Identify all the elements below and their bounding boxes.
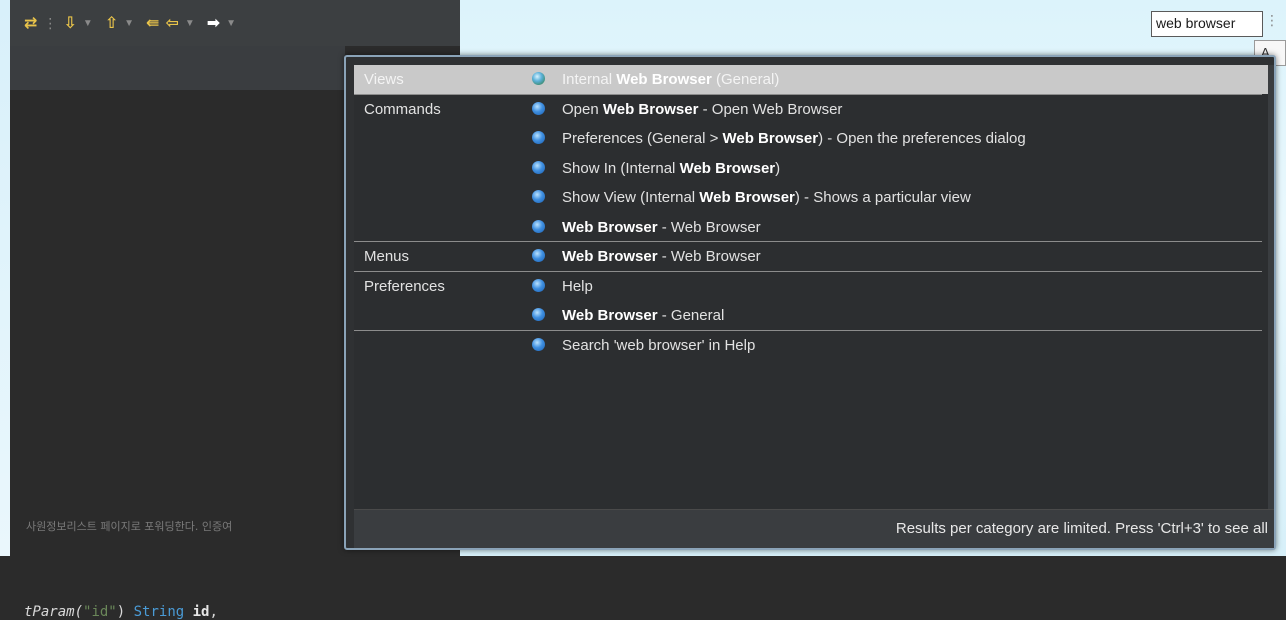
result-row[interactable]: Web Browser - General bbox=[354, 301, 1268, 330]
result-row[interactable]: Show In (Internal Web Browser) bbox=[354, 154, 1268, 183]
command-icon bbox=[532, 337, 545, 351]
chevron-down-icon[interactable]: ▼ bbox=[124, 18, 134, 29]
code-method-fragment: tParam( bbox=[24, 604, 84, 620]
result-row[interactable]: Web Browser - Web Browser bbox=[354, 213, 1268, 242]
back-to-edit-icon[interactable]: ⇚ bbox=[146, 13, 159, 33]
step-icon[interactable]: ⇄ bbox=[24, 13, 37, 33]
result-label-match: Web Browser bbox=[562, 218, 658, 236]
result-label: Web Browser - Web Browser bbox=[562, 219, 761, 236]
result-label: Show View (Internal Web Browser) - Shows… bbox=[562, 189, 971, 206]
result-label-suffix: (General) bbox=[711, 71, 780, 88]
code-editor[interactable]: 사원정보리스트 페이지로 포워딩한다. 인증여 tParam("id") Str… bbox=[10, 90, 345, 620]
code-line: tParam("id") String id, bbox=[24, 604, 218, 620]
result-label-suffix: - Web Browser bbox=[657, 218, 761, 236]
result-category: Commands bbox=[364, 100, 441, 118]
result-label: Help bbox=[562, 278, 593, 295]
code-comment: 사원정보리스트 페이지로 포워딩한다. 인증여 bbox=[26, 520, 233, 533]
main-toolbar: ⇄ ⋮ ⇩ ▼ ⇧ ▼ ⇚ ⇦ ▼ ➡ ▼ bbox=[10, 0, 460, 46]
result-label: Web Browser - General bbox=[562, 307, 724, 324]
result-row[interactable]: Commands Open Web Browser - Open Web Brow… bbox=[354, 95, 1268, 124]
result-row[interactable]: Preferences (General > Web Browser) - Op… bbox=[354, 124, 1268, 153]
result-label-match: Web Browser bbox=[602, 100, 699, 118]
result-label-prefix: Show View (Internal bbox=[562, 189, 700, 206]
code-identifier: id bbox=[192, 604, 210, 620]
code-close-paren: ) bbox=[116, 604, 126, 620]
forward-icon[interactable]: ➡ bbox=[207, 13, 220, 33]
chevron-down-icon[interactable]: ▼ bbox=[185, 18, 195, 29]
back-icon[interactable]: ⇦ bbox=[165, 13, 178, 33]
command-icon bbox=[532, 190, 545, 203]
code-string-literal: "id" bbox=[83, 604, 117, 620]
code-type: String bbox=[133, 604, 185, 620]
result-label-match: Web Browser bbox=[616, 71, 712, 88]
result-label-suffix: - Web Browser bbox=[657, 248, 761, 265]
result-category: Views bbox=[364, 71, 404, 88]
command-icon bbox=[532, 308, 545, 321]
result-label: Web Browser - Web Browser bbox=[562, 248, 761, 265]
result-label-prefix: Help bbox=[562, 277, 593, 295]
result-label-suffix: ) bbox=[775, 159, 781, 177]
quick-access-popup: Views Internal Web Browser (General) Comma… bbox=[344, 55, 1276, 550]
chevron-down-icon[interactable]: ▼ bbox=[83, 18, 93, 29]
result-category: Preferences bbox=[364, 277, 445, 295]
footer-hint: Results per category are limited. Press … bbox=[895, 520, 1268, 537]
chevron-down-icon[interactable]: ▼ bbox=[226, 18, 236, 29]
result-label: Search 'web browser' in Help bbox=[562, 337, 755, 354]
command-icon bbox=[532, 160, 545, 174]
result-label: Internal Web Browser (General) bbox=[562, 71, 779, 88]
result-label-prefix: Search 'web browser' in Help bbox=[562, 336, 756, 354]
result-label-match: Web Browser bbox=[722, 130, 819, 147]
result-label-match: Web Browser bbox=[699, 189, 795, 206]
editor-tab-bar bbox=[10, 46, 345, 91]
code-comma: , bbox=[209, 604, 218, 620]
popup-content: Views Internal Web Browser (General) Comma… bbox=[354, 65, 1274, 548]
result-label-prefix: Show In (Internal bbox=[562, 159, 680, 177]
next-annotation-icon[interactable]: ⇩ bbox=[63, 13, 76, 33]
command-icon bbox=[532, 278, 545, 292]
result-category: Menus bbox=[364, 248, 410, 265]
toolbar-separator: ⋮ bbox=[43, 14, 58, 31]
result-row[interactable]: Views Internal Web Browser (General) bbox=[354, 65, 1268, 94]
result-row[interactable]: Show View (Internal Web Browser) - Shows… bbox=[354, 183, 1268, 212]
quick-access-input[interactable]: web browser bbox=[1151, 11, 1263, 37]
result-label-match: Web Browser bbox=[562, 248, 658, 265]
command-icon bbox=[532, 219, 545, 233]
scrollbar[interactable] bbox=[1268, 65, 1274, 510]
result-label-match: Web Browser bbox=[679, 159, 776, 177]
result-label: Show In (Internal Web Browser) bbox=[562, 160, 780, 177]
result-label-prefix: Preferences (General > bbox=[562, 130, 723, 147]
search-divider-icon: ⋮ bbox=[1265, 12, 1279, 28]
result-label-suffix: - General bbox=[657, 307, 725, 324]
result-label-suffix: ) - Shows a particular view bbox=[794, 189, 971, 206]
result-label-match: Web Browser bbox=[562, 307, 658, 324]
command-icon bbox=[532, 101, 545, 115]
result-row[interactable]: Preferences Help bbox=[354, 272, 1268, 301]
globe-icon bbox=[532, 72, 545, 85]
desktop-background-edge bbox=[0, 0, 10, 556]
result-label: Open Web Browser - Open Web Browser bbox=[562, 101, 842, 118]
result-label-suffix: - Open Web Browser bbox=[698, 100, 843, 118]
popup-footer: Results per category are limited. Press … bbox=[354, 509, 1274, 548]
prev-annotation-icon[interactable]: ⇧ bbox=[105, 13, 118, 33]
result-label: Preferences (General > Web Browser) - Op… bbox=[562, 130, 1026, 147]
command-icon bbox=[532, 131, 545, 144]
result-label-suffix: ) - Open the preferences dialog bbox=[818, 130, 1026, 147]
result-row[interactable]: Search 'web browser' in Help bbox=[354, 331, 1268, 360]
result-row[interactable]: Menus Web Browser - Web Browser bbox=[354, 242, 1268, 271]
command-icon bbox=[532, 249, 545, 262]
result-label-prefix: Internal bbox=[562, 71, 617, 88]
result-label-prefix: Open bbox=[562, 100, 603, 118]
